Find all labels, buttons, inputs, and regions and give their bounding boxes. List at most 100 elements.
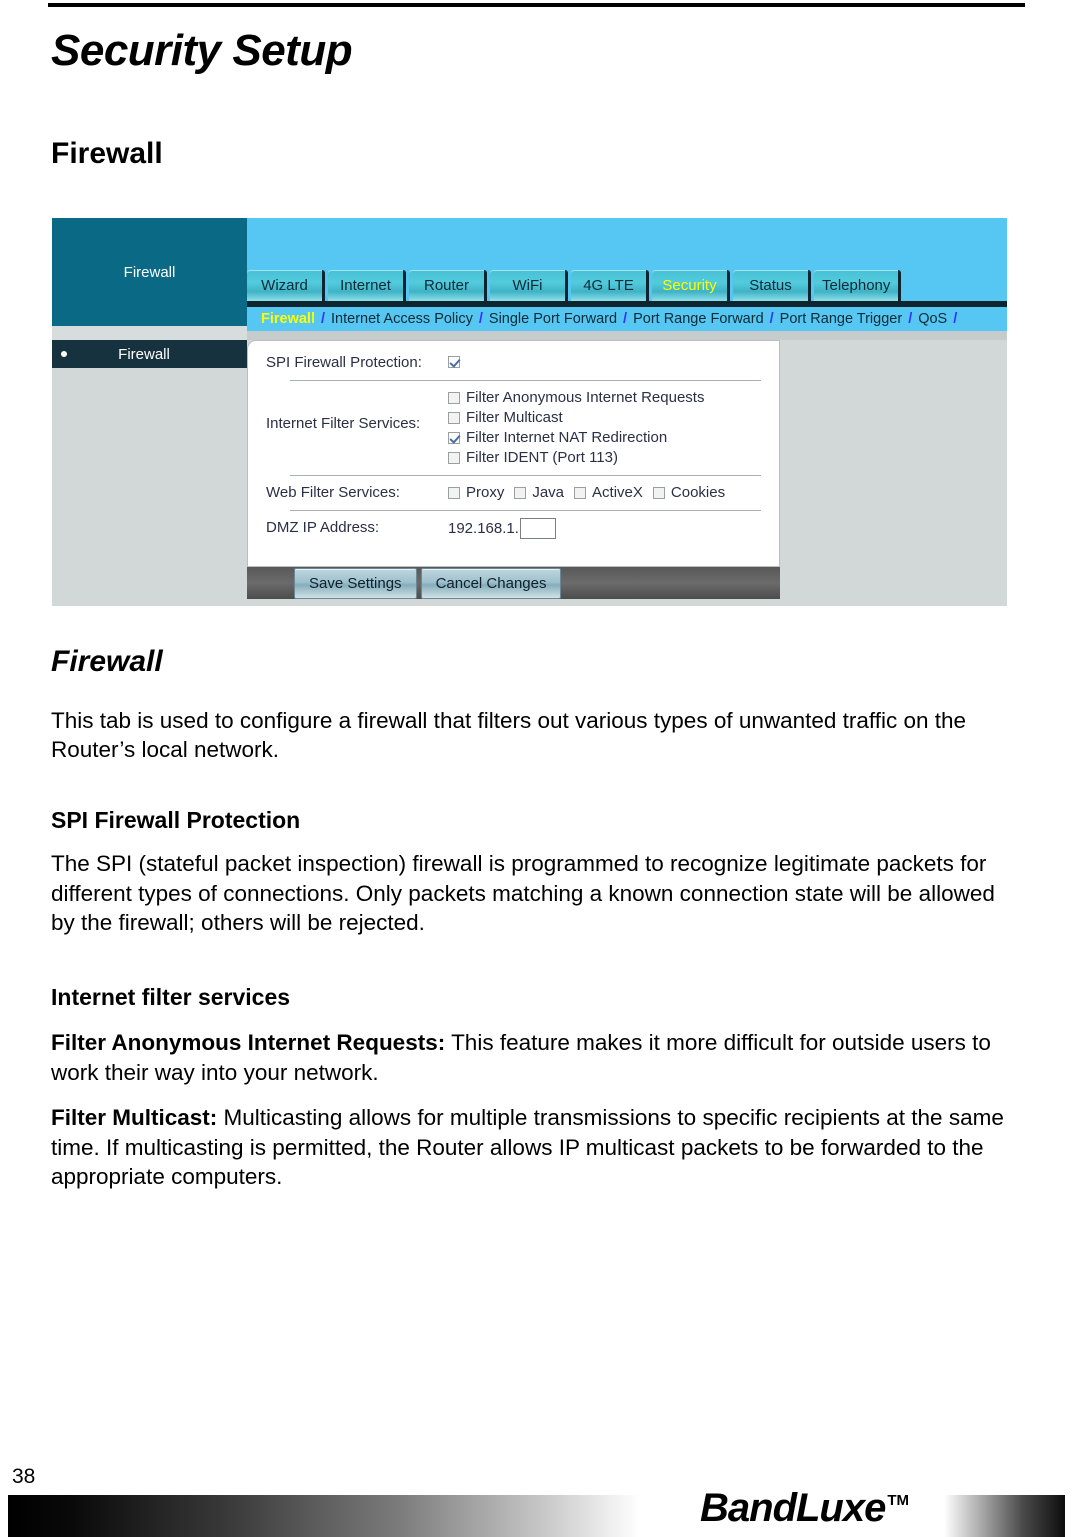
option-label: Filter Internet NAT Redirection <box>466 429 668 446</box>
option-cookies[interactable]: Cookies <box>652 484 726 501</box>
subsection-heading-firewall: Firewall <box>51 645 163 678</box>
java-checkbox[interactable] <box>514 487 527 499</box>
router-brand-label: Firewall <box>123 263 176 281</box>
sidebar-item-firewall[interactable]: Firewall <box>52 340 247 368</box>
tab-label: WiFi <box>512 277 543 294</box>
router-top-band: Wizard Internet Router WiFi 4G LTE Secur… <box>247 218 1007 301</box>
tab-4g-lte[interactable]: 4G LTE <box>571 270 649 301</box>
breadcrumb-item-port-range-forward[interactable]: Port Range Forward <box>633 311 764 327</box>
breadcrumb-item-qos[interactable]: QoS <box>918 311 947 327</box>
tab-label: Status <box>749 277 792 294</box>
filter-multicast-checkbox[interactable] <box>448 412 460 424</box>
divider <box>290 475 761 476</box>
footer-bar-left <box>8 1495 640 1537</box>
breadcrumb-separator: / <box>769 311 774 327</box>
activex-checkbox[interactable] <box>574 487 587 499</box>
page-number: 38 <box>12 1465 36 1488</box>
web-filter-row: Web Filter Services: Proxy Java ActiveX Coo… <box>248 483 779 503</box>
option-label: Filter Anonymous Internet Requests <box>466 389 705 406</box>
option-filter-nat-redirection[interactable]: Filter Internet NAT Redirection <box>448 428 765 448</box>
breadcrumb-separator: / <box>478 311 483 327</box>
tab-router[interactable]: Router <box>409 270 487 301</box>
anonymous-paragraph: Filter Anonymous Internet Requests: This… <box>51 1028 1023 1087</box>
filter-heading: Internet filter services <box>51 983 291 1010</box>
option-proxy[interactable]: Proxy <box>448 484 504 501</box>
sidebar-empty-area <box>52 368 247 606</box>
spi-paragraph: The SPI (stateful packet inspection) fir… <box>51 851 995 936</box>
tab-security[interactable]: Security <box>652 270 730 301</box>
filter-anonymous-checkbox[interactable] <box>448 392 460 404</box>
breadcrumb-separator: / <box>623 311 628 327</box>
brand-name: BandLuxe <box>700 1486 886 1530</box>
option-filter-anonymous[interactable]: Filter Anonymous Internet Requests <box>448 388 765 408</box>
filter-nat-redirection-checkbox[interactable] <box>448 432 460 444</box>
form-buttons: Save Settings Cancel Changes <box>294 568 562 599</box>
breadcrumb: Firewall / Internet Access Policy / Sing… <box>247 307 1007 331</box>
breadcrumb-separator: / <box>908 311 913 327</box>
button-label: Save Settings <box>309 575 402 592</box>
section-heading-firewall: Firewall <box>51 136 163 170</box>
sidebar-item-label: Firewall <box>118 345 170 363</box>
tab-wifi[interactable]: WiFi <box>490 270 568 301</box>
anonymous-term: Filter Anonymous Internet Requests: <box>51 1030 446 1056</box>
tab-label: 4G LTE <box>583 277 634 294</box>
firewall-settings-card: SPI Firewall Protection: Internet Filter… <box>247 340 780 567</box>
spi-heading: SPI Firewall Protection <box>51 806 301 833</box>
document-body-lower: Firewall This tab is used to configure a… <box>51 645 1023 1192</box>
option-filter-ident[interactable]: Filter IDENT (Port 113) <box>448 448 765 468</box>
button-label: Cancel Changes <box>435 575 547 592</box>
option-label: Filter Multicast <box>466 409 563 426</box>
tab-label: Wizard <box>261 277 308 294</box>
cookies-checkbox[interactable] <box>652 487 665 499</box>
dmz-ip-prefix: 192.168.1. <box>448 520 519 537</box>
option-activex[interactable]: ActiveX <box>574 484 643 501</box>
web-filter-options: Proxy Java ActiveX Cookies <box>448 483 765 503</box>
dmz-label: DMZ IP Address: <box>266 519 380 536</box>
footer-bar-right <box>944 1495 1065 1537</box>
spi-row: SPI Firewall Protection: <box>248 353 779 373</box>
divider <box>290 510 761 511</box>
tab-label: Security <box>662 277 717 294</box>
internet-filter-options: Filter Anonymous Internet Requests Filte… <box>448 388 765 468</box>
spi-firewall-protection-checkbox[interactable] <box>448 356 460 368</box>
panel-bottom-filler <box>52 599 1007 606</box>
dmz-row: DMZ IP Address: 192.168.1. <box>248 518 779 539</box>
breadcrumb-separator: / <box>953 311 958 327</box>
option-java[interactable]: Java <box>514 484 564 501</box>
multicast-term: Filter Multicast: <box>51 1105 218 1131</box>
document-body: Security Setup Firewall <box>51 26 1023 170</box>
multicast-paragraph: Filter Multicast: Multicasting allows fo… <box>51 1103 1023 1191</box>
breadcrumb-item-single-port-forward[interactable]: Single Port Forward <box>489 311 617 327</box>
internet-filter-row: Internet Filter Services: Filter Anonymo… <box>248 388 779 468</box>
sidebar-gap <box>52 326 247 340</box>
dmz-ip-input[interactable] <box>519 518 556 539</box>
router-brand-panel: Firewall <box>52 218 247 326</box>
tab-bar: Wizard Internet Router WiFi 4G LTE Secur… <box>247 267 904 301</box>
breadcrumb-separator: / <box>321 311 326 327</box>
spi-value <box>448 353 765 370</box>
intro-paragraph: This tab is used to configure a firewall… <box>51 708 967 763</box>
panel-right-filler <box>780 340 1007 606</box>
option-label: Proxy <box>466 484 505 501</box>
save-settings-button[interactable]: Save Settings <box>294 568 417 599</box>
tab-internet[interactable]: Internet <box>328 270 406 301</box>
option-label: Filter IDENT (Port 113) <box>466 449 618 466</box>
tab-wizard[interactable]: Wizard <box>247 270 325 301</box>
page-title: Security Setup <box>51 26 353 75</box>
breadcrumb-underband <box>247 331 1007 340</box>
breadcrumb-item-firewall[interactable]: Firewall <box>261 311 315 327</box>
option-label: Cookies <box>670 484 726 501</box>
cancel-changes-button[interactable]: Cancel Changes <box>420 568 562 599</box>
breadcrumb-item-port-range-trigger[interactable]: Port Range Trigger <box>780 311 903 327</box>
spi-label: SPI Firewall Protection: <box>266 354 422 371</box>
bandluxe-logo: BandLuxe TM <box>700 1488 909 1528</box>
breadcrumb-item-internet-access-policy[interactable]: Internet Access Policy <box>331 311 473 327</box>
trademark-symbol: TM <box>887 1492 910 1509</box>
option-filter-multicast[interactable]: Filter Multicast <box>448 408 765 428</box>
proxy-checkbox[interactable] <box>448 487 460 499</box>
tab-status[interactable]: Status <box>733 270 811 301</box>
tab-telephony[interactable]: Telephony <box>814 270 902 301</box>
filter-ident-checkbox[interactable] <box>448 452 460 464</box>
dmz-value: 192.168.1. <box>448 518 765 539</box>
tab-label: Internet <box>340 277 391 294</box>
